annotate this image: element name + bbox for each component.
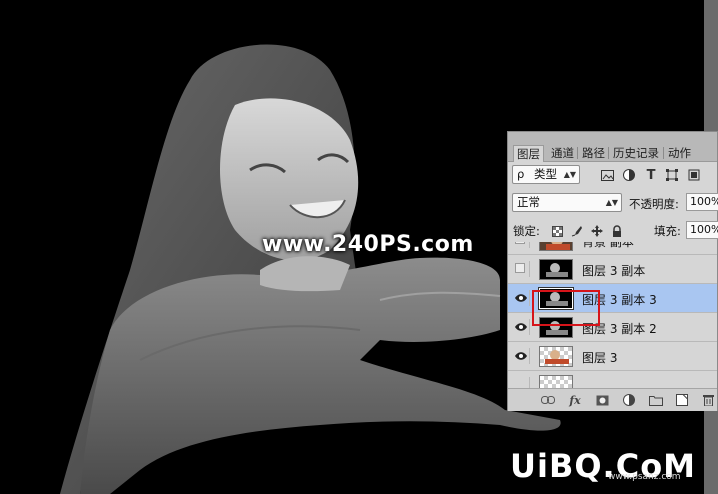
tab-paths[interactable]: 路径 [579,145,608,161]
layer-name: 图层 3 副本 [582,264,646,278]
image-filter-icon[interactable] [600,168,614,182]
layer-thumbnail [539,375,573,388]
visibility-toggle[interactable] [512,290,530,306]
smart-object-filter-icon[interactable] [687,168,701,182]
watermark-text: www.240PS.com [262,232,474,257]
visibility-toggle[interactable] [512,242,530,248]
tab-separator [663,147,664,159]
layer-thumbnail [539,242,573,251]
layer-row[interactable] [508,370,717,388]
chevron-updown-icon: ▲▼ [605,198,618,207]
blend-mode-select[interactable]: 正常 ▲▼ [512,193,622,212]
adjustment-filter-icon[interactable] [622,168,636,182]
visibility-toggle[interactable] [512,377,530,388]
lock-label: 锁定: [513,224,540,238]
layer-row[interactable]: 图层 3 [508,341,717,370]
filter-type-value: 类型 [533,167,557,181]
tab-layers[interactable]: 图层 [513,145,544,162]
lock-row: 锁定: 填充: 100% [508,218,718,242]
tab-actions[interactable]: 动作 [665,145,694,161]
layer-row[interactable]: 图层 3 副本 [508,254,717,283]
layers-panel: 图层 通道 路径 历史记录 动作 ρ 类型 ▲▼ T 正常 ▲▼ 不透明度: 1… [507,131,718,411]
eye-icon [514,352,527,360]
eye-icon [514,323,527,331]
type-filter-icon[interactable]: T [644,168,658,183]
fx-icon[interactable]: fx [567,392,583,408]
shape-filter-icon[interactable] [665,168,679,182]
search-icon: ρ [517,167,525,181]
layer-thumbnail [539,259,573,280]
new-layer-icon[interactable] [674,392,690,408]
lock-all-icon[interactable] [610,224,624,238]
blend-mode-value: 正常 [517,195,540,209]
filter-row: ρ 类型 ▲▼ T [508,164,718,186]
visibility-toggle[interactable] [512,319,530,335]
filter-type-select[interactable]: ρ 类型 ▲▼ [512,165,580,184]
visibility-toggle[interactable] [512,348,530,364]
panel-tabs: 图层 通道 路径 历史记录 动作 [508,132,717,162]
lock-brush-icon[interactable] [570,224,584,238]
blend-row: 正常 ▲▼ 不透明度: 100% [508,190,718,214]
layer-name: 背景 副本 [582,242,634,249]
brand-subtitle: www.psanz.com [608,472,681,482]
tab-channels[interactable]: 通道 [548,145,577,161]
opacity-label: 不透明度: [629,197,679,211]
tab-separator [577,147,578,159]
link-icon[interactable] [540,392,556,408]
trash-icon[interactable] [700,392,716,408]
adjustment-icon[interactable] [621,392,637,408]
tab-history[interactable]: 历史记录 [610,145,662,161]
fill-input[interactable]: 100% [686,221,718,239]
eye-icon [514,294,527,302]
chevron-updown-icon: ▲▼ [563,170,576,179]
visibility-off-icon [515,263,525,273]
layer-thumbnail [539,346,573,367]
layer-name: 图层 3 [582,351,618,365]
fill-label: 填充: [654,224,681,238]
lock-transparent-icon[interactable] [550,224,564,238]
visibility-off-icon [515,242,525,244]
visibility-toggle[interactable] [512,261,530,277]
mask-icon[interactable] [594,392,610,408]
folder-icon[interactable] [648,392,664,408]
highlight-box [532,290,600,326]
panel-footer: fx [508,388,717,411]
layer-row[interactable]: 背景 副本 [508,242,717,254]
lock-move-icon[interactable] [590,224,604,238]
opacity-input[interactable]: 100% [686,193,718,211]
tab-separator [608,147,609,159]
